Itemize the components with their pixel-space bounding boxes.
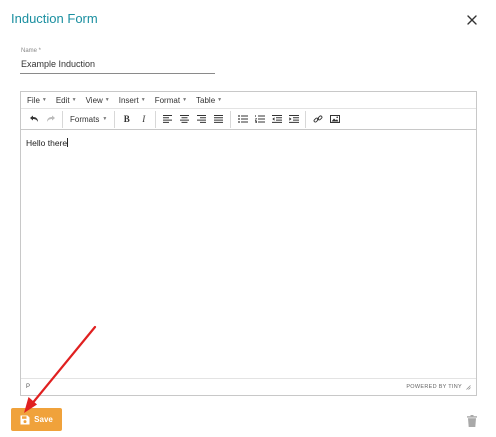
menu-insert[interactable]: Insert ▼ bbox=[119, 96, 146, 105]
editor-statusbar: P POWERED BY TINY bbox=[21, 378, 476, 395]
close-icon[interactable] bbox=[465, 13, 479, 27]
editor-text: Hello there bbox=[26, 138, 68, 148]
resize-handle-icon[interactable] bbox=[466, 384, 471, 390]
editor-content[interactable]: Hello there bbox=[21, 132, 476, 378]
menu-edit-label: Edit bbox=[55, 95, 70, 105]
trash-icon[interactable] bbox=[467, 414, 477, 427]
formats-dropdown[interactable]: Formats ▼ bbox=[66, 111, 111, 128]
rich-text-editor: File ▼ Edit ▼ View ▼ Insert ▼ Format ▼ Table ▼… bbox=[20, 91, 477, 396]
undo-icon[interactable] bbox=[25, 111, 42, 128]
toolbar-divider bbox=[114, 110, 116, 128]
editor-menubar: File ▼ Edit ▼ View ▼ Insert ▼ Format ▼ Table ▼ bbox=[21, 92, 476, 109]
italic-button[interactable]: I bbox=[135, 111, 152, 128]
menu-table-label: Table bbox=[196, 95, 216, 105]
chevron-down-icon: ▼ bbox=[102, 116, 108, 122]
powered-by-branding: POWERED BY TINY bbox=[406, 384, 471, 390]
menu-view-label: View bbox=[85, 95, 103, 105]
powered-by-label[interactable]: POWERED BY TINY bbox=[406, 384, 462, 390]
chevron-down-icon: ▼ bbox=[182, 97, 188, 103]
menu-table[interactable]: Table ▼ bbox=[196, 96, 222, 105]
outdent-icon[interactable] bbox=[268, 111, 285, 128]
induction-form-dialog: Induction Form Name * File▼ Edit▼ View▼ … bbox=[0, 0, 496, 437]
bold-button[interactable]: B bbox=[118, 111, 135, 128]
align-left-icon[interactable] bbox=[159, 111, 176, 128]
bullet-list-icon[interactable] bbox=[234, 111, 251, 128]
name-field[interactable] bbox=[20, 57, 215, 74]
link-icon[interactable] bbox=[309, 111, 326, 128]
toolbar-divider bbox=[230, 110, 232, 128]
menu-file-label: File bbox=[27, 95, 40, 105]
editor-toolbar: Formats ▼ B I bbox=[21, 109, 476, 130]
toolbar-divider bbox=[155, 110, 157, 128]
save-button[interactable]: Save bbox=[11, 408, 62, 431]
numbered-list-icon[interactable] bbox=[251, 111, 268, 128]
italic-icon: I bbox=[142, 114, 146, 124]
text-cursor bbox=[67, 138, 69, 147]
toolbar-divider bbox=[305, 110, 307, 128]
floppy-disk-icon bbox=[20, 415, 30, 424]
indent-icon[interactable] bbox=[285, 111, 302, 128]
save-button-label: Save bbox=[34, 415, 53, 424]
chevron-down-icon: ▼ bbox=[217, 97, 223, 103]
chevron-down-icon: ▼ bbox=[104, 97, 110, 103]
element-path[interactable]: P bbox=[26, 384, 30, 390]
menu-view[interactable]: View ▼ bbox=[86, 96, 110, 105]
name-field-label: Name * bbox=[21, 48, 42, 54]
toolbar-divider bbox=[62, 110, 63, 128]
chevron-down-icon: ▼ bbox=[71, 97, 77, 103]
align-justify-icon[interactable] bbox=[210, 111, 227, 128]
chevron-down-icon: ▼ bbox=[140, 97, 146, 103]
align-center-icon[interactable] bbox=[176, 111, 193, 128]
dialog-title: Induction Form bbox=[11, 11, 98, 26]
chevron-down-icon: ▼ bbox=[41, 97, 47, 103]
menu-format-label: Format bbox=[154, 95, 181, 105]
menu-insert-label: Insert bbox=[118, 95, 139, 105]
align-right-icon[interactable] bbox=[193, 111, 210, 128]
redo-icon[interactable] bbox=[42, 111, 59, 128]
menu-file[interactable]: File ▼ bbox=[27, 96, 47, 105]
menu-edit[interactable]: Edit ▼ bbox=[56, 96, 77, 105]
bold-icon: B bbox=[123, 114, 130, 124]
image-icon[interactable] bbox=[326, 111, 343, 128]
formats-label: Formats bbox=[70, 114, 100, 124]
menu-format[interactable]: Format ▼ bbox=[155, 96, 187, 105]
